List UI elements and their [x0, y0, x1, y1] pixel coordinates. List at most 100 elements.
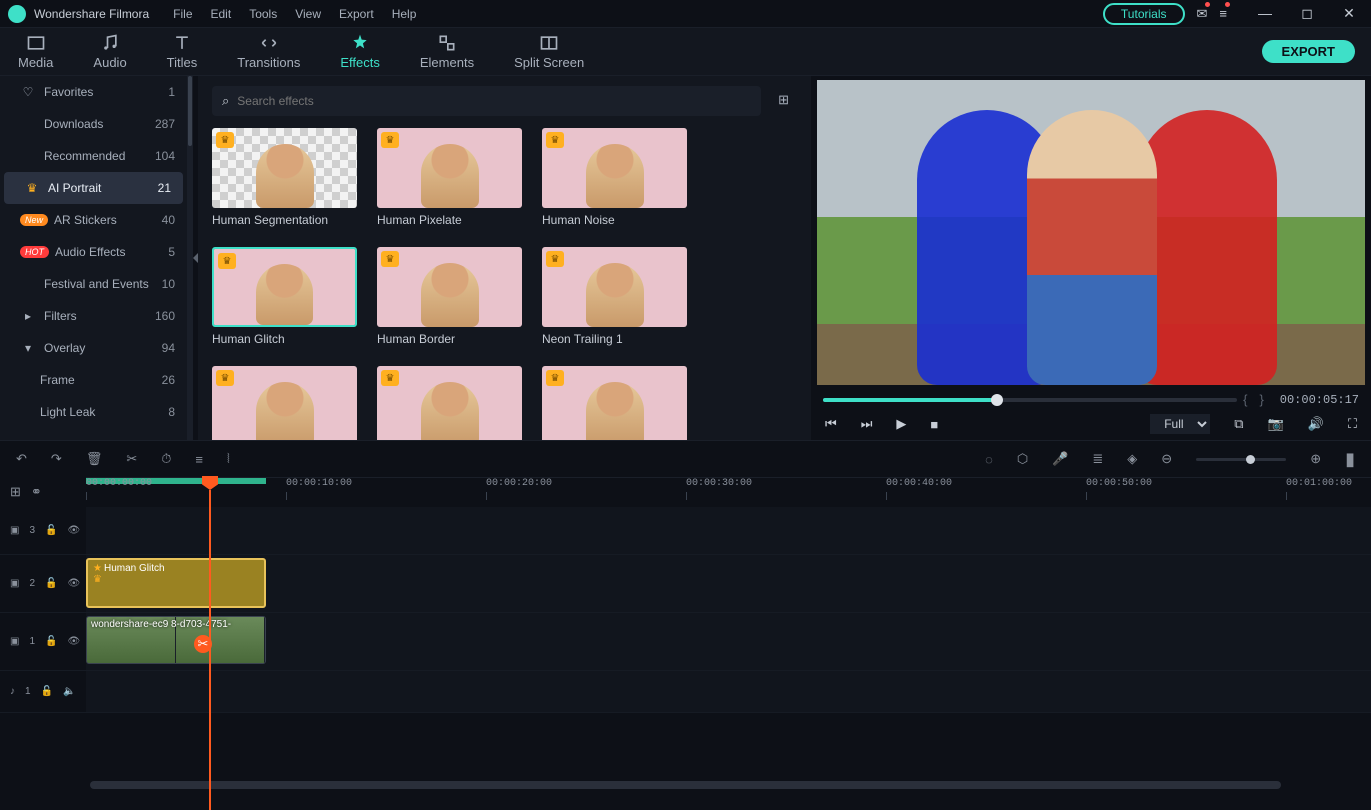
tab-splitscreen[interactable]: Split Screen — [514, 33, 584, 70]
sidebar-item-downloads[interactable]: Downloads287 — [0, 108, 187, 140]
sidebar-item-light-leak[interactable]: Light Leak8 — [0, 396, 187, 428]
tab-effects[interactable]: Effects — [340, 33, 380, 70]
fullscreen-icon[interactable]: ⛶ — [1348, 416, 1357, 432]
close-button[interactable]: ✕ — [1335, 5, 1363, 22]
grid-view-icon[interactable]: ⊞ — [778, 92, 789, 108]
tab-media[interactable]: Media — [18, 33, 53, 70]
lock-icon[interactable]: 🔓 — [45, 578, 57, 589]
new-badge: New — [20, 214, 48, 226]
volume-icon[interactable]: 🔊 — [1308, 416, 1324, 432]
quality-select[interactable]: Full — [1150, 414, 1210, 434]
effect-label: Human Noise — [542, 213, 687, 227]
redo-button[interactable]: ↷ — [51, 451, 62, 467]
render-button[interactable]: ◌ — [985, 452, 993, 467]
link-button[interactable]: ⚭ — [31, 484, 42, 500]
prev-frame-button[interactable]: ⏮ — [825, 416, 837, 432]
tab-audio[interactable]: Audio — [93, 33, 126, 70]
eye-icon[interactable]: 👁 — [67, 636, 80, 647]
menu-edit[interactable]: Edit — [211, 7, 232, 21]
minimize-button[interactable]: — — [1251, 5, 1279, 22]
menu-file[interactable]: File — [173, 7, 192, 21]
sidebar-item-recommended[interactable]: Recommended104 — [0, 140, 187, 172]
snapshot-icon[interactable]: 📷 — [1268, 416, 1284, 432]
sidebar-item-ar-stickers[interactable]: NewAR Stickers40 — [0, 204, 187, 236]
effect-card[interactable]: ♛ — [542, 366, 687, 440]
adjust-button[interactable]: ≡ — [195, 452, 203, 467]
search-icon: ⌕ — [222, 93, 229, 109]
video-clip[interactable]: wondershare-ec9 8-d703-4751- ✂ — [86, 616, 266, 664]
mixer-button[interactable]: ≣ — [1092, 451, 1103, 467]
tab-titles[interactable]: Titles — [167, 33, 198, 70]
preview-controls: ⏮ ⏭ ▶ ■ Full ⧉ 📷 🔊 ⛶ — [811, 409, 1371, 440]
menu-export[interactable]: Export — [339, 7, 374, 21]
sidebar-item-overlay[interactable]: ▾Overlay94 — [0, 332, 187, 364]
timeline-ruler[interactable]: 00:00:00:0000:00:10:0000:00:20:0000:00:3… — [86, 477, 1371, 507]
next-frame-button[interactable]: ⏭ — [861, 416, 873, 432]
tutorials-button[interactable]: Tutorials — [1103, 3, 1185, 25]
effect-label: Human Pixelate — [377, 213, 522, 227]
tab-transitions[interactable]: Transitions — [237, 33, 300, 70]
speed-button[interactable]: ⏱ — [161, 451, 171, 467]
effect-clip[interactable]: ★Human Glitch♛ — [86, 558, 266, 608]
split-button[interactable]: ✂ — [126, 451, 137, 467]
mark-out-icon[interactable]: } — [1259, 392, 1263, 407]
effects-browser: ⌕ ⊞ ♛Human Segmentation♛Human Pixelate♛H… — [198, 76, 811, 440]
sidebar-item-festival[interactable]: Festival and Events10 — [0, 268, 187, 300]
effect-card[interactable]: ♛Human Border — [377, 247, 522, 346]
keyframe-button[interactable]: ◈ — [1127, 451, 1137, 467]
timeline-settings-button[interactable]: ▮ — [1345, 449, 1355, 470]
search-input[interactable] — [237, 94, 751, 108]
list-icon[interactable]: ≡ — [1219, 6, 1227, 21]
lock-icon[interactable]: 🔓 — [45, 525, 57, 536]
sidebar-item-favorites[interactable]: ♡Favorites1 — [0, 76, 187, 108]
zoom-out-button[interactable]: ⊖ — [1161, 451, 1172, 467]
lock-icon[interactable]: 🔓 — [41, 686, 53, 697]
mail-icon[interactable]: ✉ — [1197, 6, 1208, 22]
add-track-button[interactable]: ⊞ — [10, 484, 21, 500]
ruler-tick: 00:00:10:00 — [286, 478, 352, 489]
playhead[interactable] — [202, 476, 218, 810]
effect-card[interactable]: ♛Neon Trailing 1 — [542, 247, 687, 346]
sidebar-item-filters[interactable]: ▸Filters160 — [0, 300, 187, 332]
progress-knob[interactable] — [991, 394, 1003, 406]
module-tabs: Media Audio Titles Transitions Effects E… — [0, 28, 1371, 76]
search-box[interactable]: ⌕ — [212, 86, 761, 116]
undo-button[interactable]: ↶ — [16, 451, 27, 467]
preview-viewport[interactable] — [817, 80, 1365, 385]
menu-tools[interactable]: Tools — [249, 7, 277, 21]
zoom-in-button[interactable]: ⊕ — [1310, 451, 1321, 467]
effect-card[interactable]: ♛Human Glitch — [212, 247, 357, 346]
crown-icon: ♛ — [546, 132, 564, 148]
effect-card[interactable]: ♛ — [377, 366, 522, 440]
play-button[interactable]: ▶ — [896, 416, 906, 432]
effect-card[interactable]: ♛ Human Noise — [542, 128, 687, 227]
preview-progress[interactable]: { } 00:00:05:17 — [811, 391, 1371, 409]
lock-icon[interactable]: 🔓 — [45, 636, 57, 647]
speaker-icon[interactable]: 🔈 — [63, 686, 75, 697]
stop-button[interactable]: ■ — [930, 417, 938, 432]
sidebar-scrollbar[interactable] — [187, 76, 193, 440]
effect-card[interactable]: ♛Human Pixelate — [377, 128, 522, 227]
menu-view[interactable]: View — [295, 7, 321, 21]
marker-button[interactable]: ⬡ — [1017, 451, 1028, 467]
zoom-slider[interactable] — [1196, 458, 1286, 461]
ruler-tick: 00:00:50:00 — [1086, 478, 1152, 489]
caret-down-icon: ▾ — [20, 341, 36, 355]
delete-button[interactable]: 🗑 — [86, 451, 103, 467]
sidebar-item-frame[interactable]: Frame26 — [0, 364, 187, 396]
eye-icon[interactable]: 👁 — [67, 525, 80, 536]
display-icon[interactable]: ⧉ — [1234, 416, 1243, 432]
record-button[interactable]: 🎤 — [1052, 451, 1068, 467]
tab-elements[interactable]: Elements — [420, 33, 474, 70]
menu-help[interactable]: Help — [392, 7, 417, 21]
eye-icon[interactable]: 👁 — [67, 578, 80, 589]
audiofx-button[interactable]: ⦚ — [227, 451, 230, 467]
effect-card[interactable]: ♛Human Segmentation — [212, 128, 357, 227]
sidebar-item-ai-portrait[interactable]: ♛AI Portrait21 — [4, 172, 183, 204]
crown-icon: ♛ — [381, 251, 399, 267]
export-button[interactable]: EXPORT — [1262, 40, 1355, 63]
mark-in-icon[interactable]: { — [1243, 392, 1247, 407]
maximize-button[interactable]: ◻ — [1293, 5, 1321, 22]
effect-card[interactable]: ♛ — [212, 366, 357, 440]
sidebar-item-audio-effects[interactable]: HOTAudio Effects5 — [0, 236, 187, 268]
